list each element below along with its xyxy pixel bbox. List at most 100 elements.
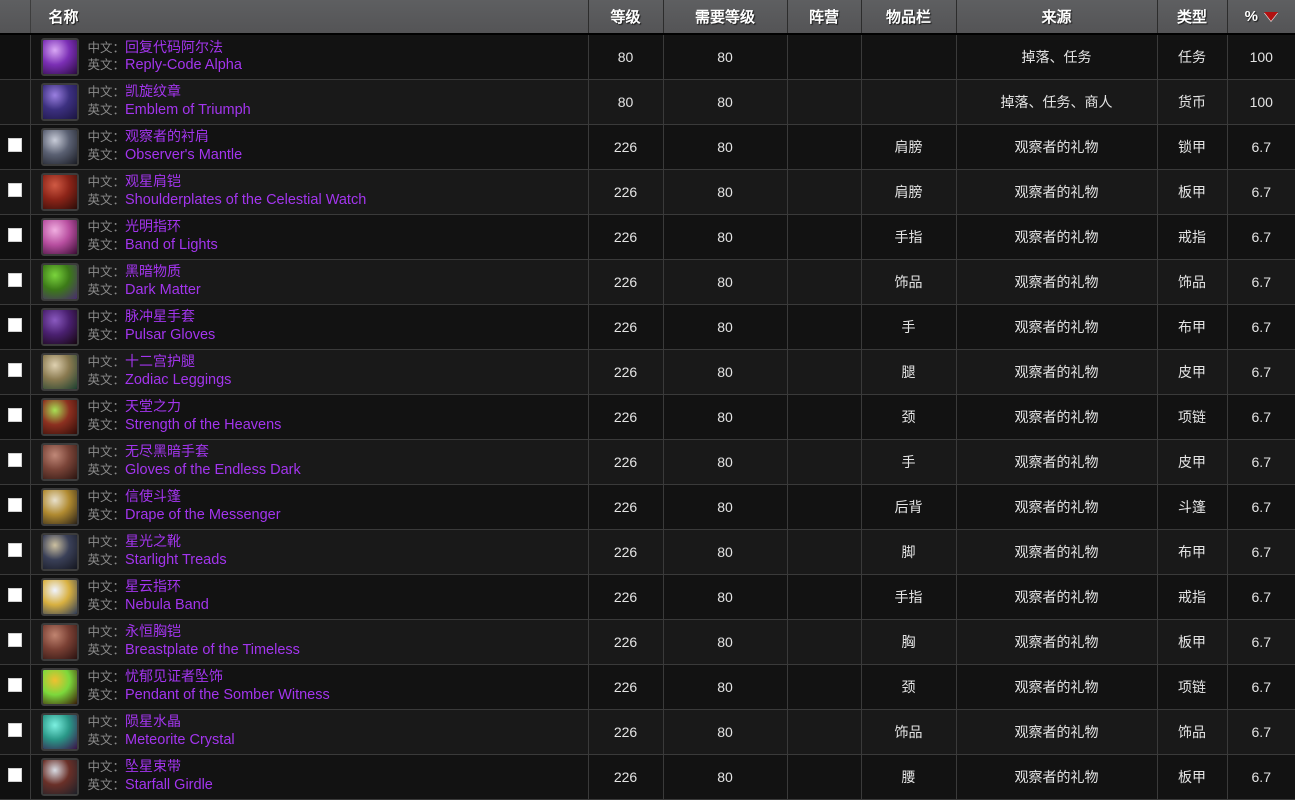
item-name-en[interactable]: Drape of the Messenger xyxy=(125,507,281,523)
row-checkbox-cell[interactable] xyxy=(0,529,31,575)
item-name-zh[interactable]: 星光之靴 xyxy=(125,533,181,549)
column-header-name[interactable]: 名称 xyxy=(30,0,589,35)
table-row[interactable]: 中文：星光之靴 英文：Starlight Treads 226 80 脚观察者的礼物 布甲… xyxy=(0,529,1295,575)
item-name-zh[interactable]: 观星肩铠 xyxy=(125,173,181,189)
starlight-treads-icon[interactable] xyxy=(40,532,79,571)
column-header-faction[interactable]: 阵营 xyxy=(787,0,862,35)
row-checkbox[interactable] xyxy=(7,633,22,647)
dark-matter-icon[interactable] xyxy=(40,262,79,301)
shoulderplates-celestial-watch-icon[interactable] xyxy=(40,172,79,211)
item-name-cell[interactable]: 中文：观察者的衬肩 英文：Observer's Mantle xyxy=(30,124,589,170)
item-name-cell[interactable]: 中文：星云指环 英文：Nebula Band xyxy=(30,574,589,620)
item-name-en[interactable]: Pulsar Gloves xyxy=(125,327,215,343)
item-name-cell[interactable]: 中文：光明指环 英文：Band of Lights xyxy=(30,214,589,260)
item-name-cell[interactable]: 中文：天堂之力 英文：Strength of the Heavens xyxy=(30,394,589,440)
row-checkbox-cell[interactable] xyxy=(0,304,31,350)
row-checkbox-cell[interactable] xyxy=(0,79,31,125)
table-row[interactable]: 中文：十二宫护腿 英文：Zodiac Leggings 226 80 腿观察者的礼物 皮甲… xyxy=(0,349,1295,395)
item-name-en[interactable]: Shoulderplates of the Celestial Watch xyxy=(125,192,366,208)
row-checkbox-cell[interactable] xyxy=(0,484,31,530)
row-checkbox[interactable] xyxy=(7,768,22,782)
column-header-level[interactable]: 等级 xyxy=(588,0,664,35)
item-name-zh[interactable]: 天堂之力 xyxy=(125,398,181,414)
item-name-cell[interactable]: 中文：黑暗物质 英文：Dark Matter xyxy=(30,259,589,305)
item-name-cell[interactable]: 中文：凯旋纹章 英文：Emblem of Triumph xyxy=(30,79,589,125)
column-header-type[interactable]: 类型 xyxy=(1157,0,1228,35)
item-name-zh[interactable]: 无尽黑暗手套 xyxy=(125,443,209,459)
row-checkbox[interactable] xyxy=(7,588,22,602)
item-name-zh[interactable]: 脉冲星手套 xyxy=(125,308,195,324)
table-row[interactable]: 中文：无尽黑暗手套 英文：Gloves of the Endless Dark 22… xyxy=(0,439,1295,485)
column-header-checkbox[interactable] xyxy=(0,0,31,35)
row-checkbox[interactable] xyxy=(7,678,22,692)
meteorite-crystal-icon[interactable] xyxy=(40,712,79,751)
breastplate-of-the-timeless-icon[interactable] xyxy=(40,622,79,661)
item-name-en[interactable]: Emblem of Triumph xyxy=(125,102,251,118)
table-row[interactable]: 中文：忧郁见证者坠饰 英文：Pendant of the Somber Witne… xyxy=(0,664,1295,710)
item-name-zh[interactable]: 十二宫护腿 xyxy=(125,353,195,369)
row-checkbox[interactable] xyxy=(7,363,22,377)
item-name-en[interactable]: Gloves of the Endless Dark xyxy=(125,462,301,478)
row-checkbox-cell[interactable] xyxy=(0,709,31,755)
item-name-en[interactable]: Strength of the Heavens xyxy=(125,417,281,433)
pulsar-gloves-icon[interactable] xyxy=(40,307,79,346)
item-name-zh[interactable]: 黑暗物质 xyxy=(125,263,181,279)
row-checkbox[interactable] xyxy=(7,723,22,737)
row-checkbox-cell[interactable] xyxy=(0,664,31,710)
table-row[interactable]: 中文：坠星束带 英文：Starfall Girdle 226 80 腰观察者的礼物 板甲 6… xyxy=(0,754,1295,800)
reply-code-alpha-icon[interactable] xyxy=(40,37,79,76)
starfall-girdle-icon[interactable] xyxy=(40,757,79,796)
table-row[interactable]: 中文：星云指环 英文：Nebula Band 226 80 手指 观察者的礼物 戒指 6.7 xyxy=(0,574,1295,620)
row-checkbox-cell[interactable] xyxy=(0,619,31,665)
item-name-zh[interactable]: 观察者的衬肩 xyxy=(125,128,209,144)
item-name-en[interactable]: Zodiac Leggings xyxy=(125,372,231,388)
item-name-zh[interactable]: 永恒胸铠 xyxy=(125,623,181,639)
item-name-cell[interactable]: 中文：无尽黑暗手套 英文：Gloves of the Endless Dark xyxy=(30,439,589,485)
emblem-of-triumph-icon[interactable] xyxy=(40,82,79,121)
nebula-band-icon[interactable] xyxy=(40,577,79,616)
row-checkbox-cell[interactable] xyxy=(0,259,31,305)
row-checkbox-cell[interactable] xyxy=(0,394,31,440)
item-name-zh[interactable]: 信使斗篷 xyxy=(125,488,181,504)
item-name-cell[interactable]: 中文：观星肩铠 英文：Shoulderplates of the Celestia… xyxy=(30,169,589,215)
row-checkbox[interactable] xyxy=(7,453,22,467)
item-name-en[interactable]: Starfall Girdle xyxy=(125,777,213,793)
item-name-en[interactable]: Nebula Band xyxy=(125,597,209,613)
row-checkbox[interactable] xyxy=(7,273,22,287)
row-checkbox-cell[interactable] xyxy=(0,754,31,800)
item-name-zh[interactable]: 光明指环 xyxy=(125,218,181,234)
item-name-en[interactable]: Band of Lights xyxy=(125,237,218,253)
row-checkbox[interactable] xyxy=(7,183,22,197)
row-checkbox[interactable] xyxy=(7,498,22,512)
item-name-zh[interactable]: 星云指环 xyxy=(125,578,181,594)
item-name-en[interactable]: Meteorite Crystal xyxy=(125,732,235,748)
table-row[interactable]: 中文：凯旋纹章 英文：Emblem of Triumph 80 80 掉落、任务、商人货… xyxy=(0,79,1295,125)
row-checkbox[interactable] xyxy=(7,408,22,422)
item-name-en[interactable]: Pendant of the Somber Witness xyxy=(125,687,330,703)
row-checkbox[interactable] xyxy=(7,138,22,152)
row-checkbox-cell[interactable] xyxy=(0,439,31,485)
row-checkbox-cell[interactable] xyxy=(0,34,31,80)
row-checkbox-cell[interactable] xyxy=(0,214,31,260)
item-name-zh[interactable]: 坠星束带 xyxy=(125,758,181,774)
row-checkbox[interactable] xyxy=(7,318,22,332)
item-name-zh[interactable]: 陨星水晶 xyxy=(125,713,181,729)
zodiac-leggings-icon[interactable] xyxy=(40,352,79,391)
column-header-required-level[interactable]: 需要等级 xyxy=(663,0,788,35)
item-name-en[interactable]: Starlight Treads xyxy=(125,552,227,568)
table-row[interactable]: 中文：黑暗物质 英文：Dark Matter 226 80 饰品 观察者的礼物 饰品 6.7 xyxy=(0,259,1295,305)
item-name-cell[interactable]: 中文：忧郁见证者坠饰 英文：Pendant of the Somber Witne… xyxy=(30,664,589,710)
drape-of-the-messenger-icon[interactable] xyxy=(40,487,79,526)
row-checkbox[interactable] xyxy=(7,228,22,242)
item-name-en[interactable]: Observer's Mantle xyxy=(125,147,242,163)
table-row[interactable]: 中文：永恒胸铠 英文：Breastplate of the Timeless 226… xyxy=(0,619,1295,665)
item-name-zh[interactable]: 忧郁见证者坠饰 xyxy=(125,668,223,684)
table-row[interactable]: 中文：观察者的衬肩 英文：Observer's Mantle 226 80 肩膀 观察者的… xyxy=(0,124,1295,170)
item-name-zh[interactable]: 凯旋纹章 xyxy=(125,83,181,99)
column-header-slot[interactable]: 物品栏 xyxy=(861,0,957,35)
item-name-cell[interactable]: 中文：永恒胸铠 英文：Breastplate of the Timeless xyxy=(30,619,589,665)
item-name-en[interactable]: Dark Matter xyxy=(125,282,201,298)
item-name-cell[interactable]: 中文：回复代码阿尔法 英文：Reply-Code Alpha xyxy=(30,34,589,80)
item-name-zh[interactable]: 回复代码阿尔法 xyxy=(125,39,223,55)
table-row[interactable]: 中文：陨星水晶 英文：Meteorite Crystal 226 80 饰品 观察者的礼物… xyxy=(0,709,1295,755)
